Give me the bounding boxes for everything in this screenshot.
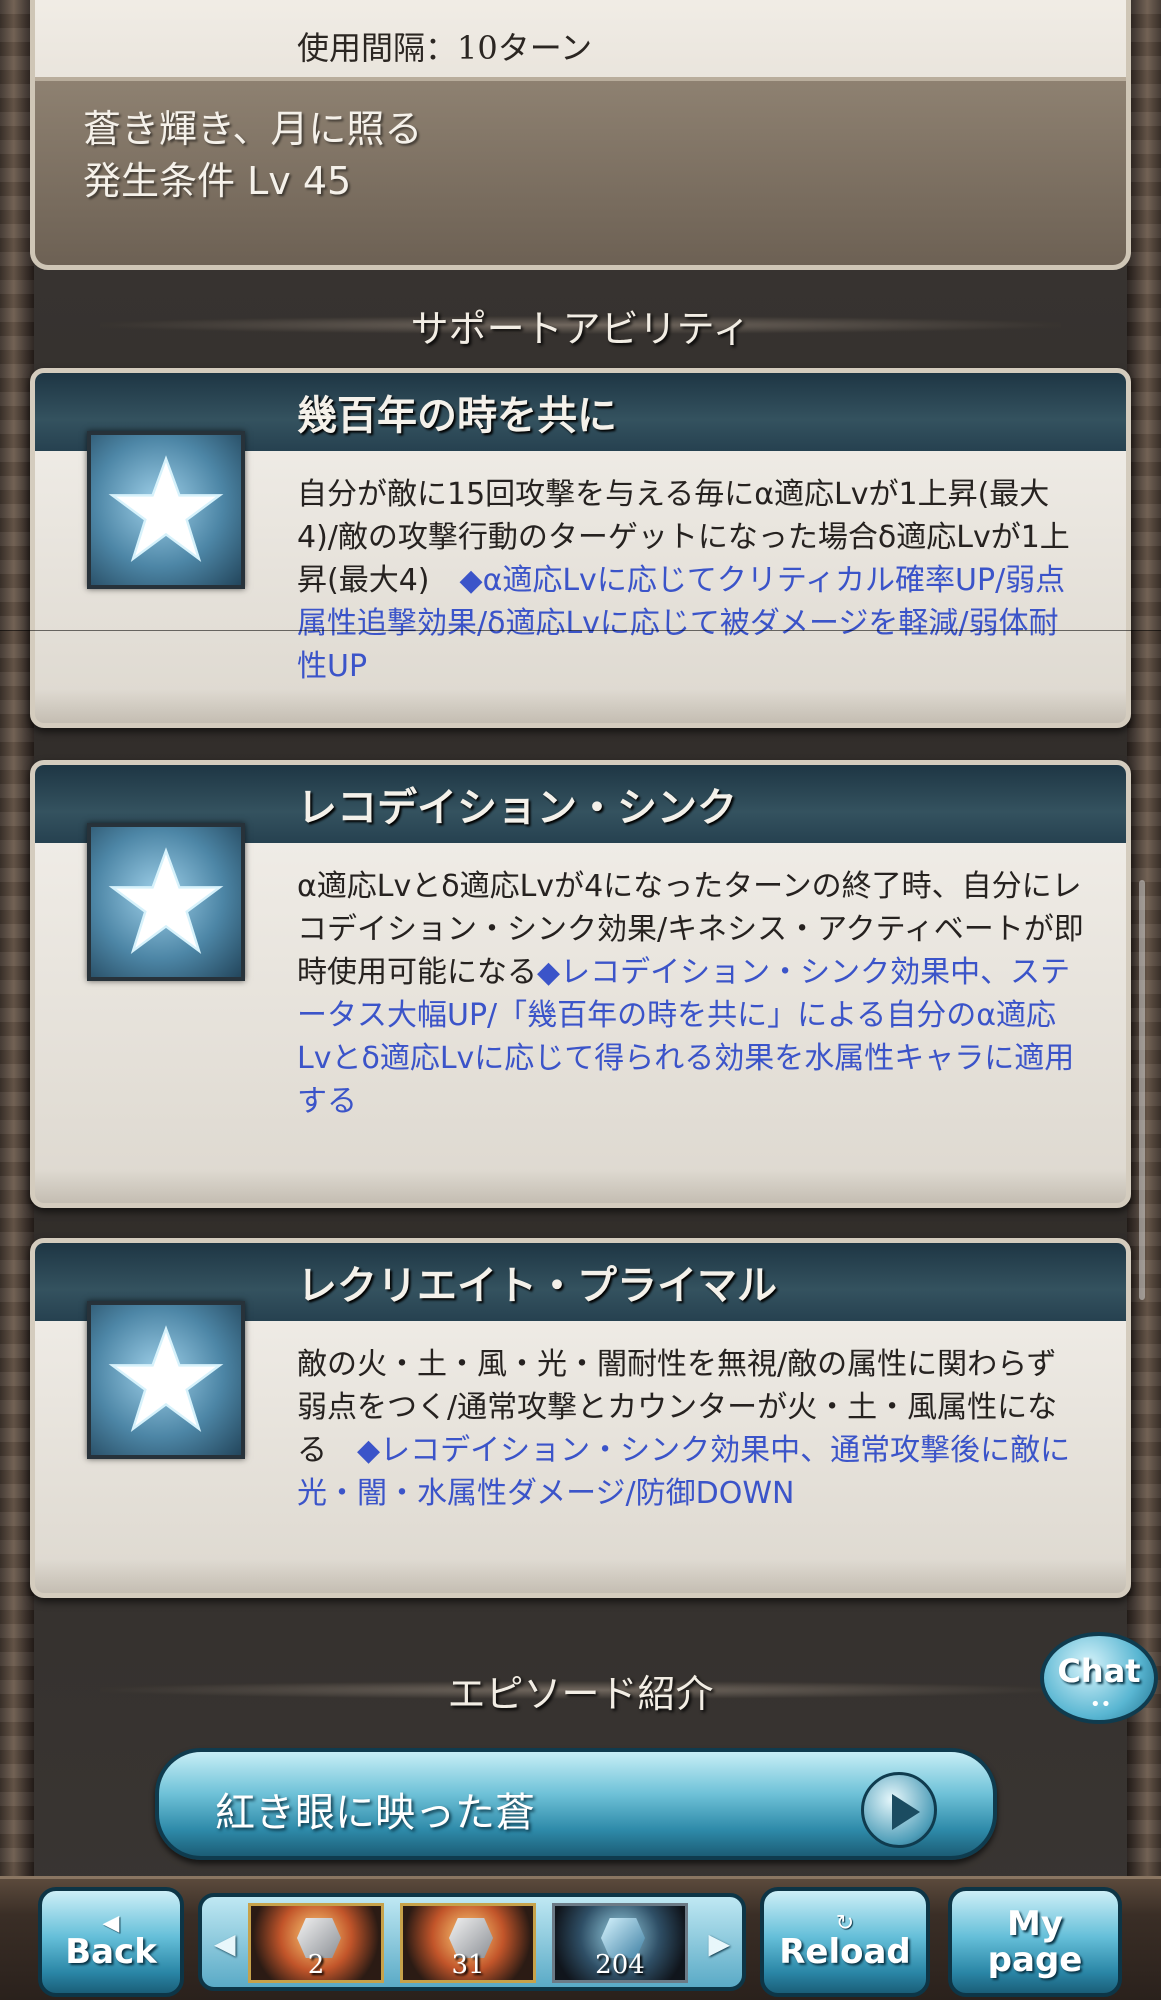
item-slot[interactable]: 31 <box>400 1903 536 1983</box>
episode-label: 紅き眼に映った蒼 <box>215 1790 535 1836</box>
condition-level: 発生条件 Lv 45 <box>83 159 352 203</box>
back-label: Back <box>65 1932 157 1972</box>
mypage-label-line1: My <box>1007 1904 1063 1944</box>
play-icon[interactable] <box>861 1772 937 1848</box>
section-title: サポートアビリティ <box>410 306 751 351</box>
ability-panel-top: 使用間隔：10ターン 蒼き輝き、月に照る 発生条件 Lv 45 <box>30 0 1131 270</box>
left-ornate-frame <box>0 0 34 2000</box>
episode-button[interactable]: 紅き眼に映った蒼 <box>155 1748 997 1860</box>
item-slot[interactable]: 204 <box>552 1903 688 1983</box>
reload-button[interactable]: ↻ Reload <box>760 1887 930 1997</box>
episode-header: エピソード紹介 <box>100 1655 1061 1725</box>
section-title: エピソード紹介 <box>447 1671 714 1716</box>
condition-name: 蒼き輝き、月に照る <box>83 107 423 151</box>
card-bottom-strip <box>35 1559 1126 1593</box>
ability-description: α適応Lvとδ適応Lvが4になったターンの終了時、自分にレコデイション・シンク効… <box>297 865 1086 1123</box>
support-ability-card[interactable]: レコデイション・シンク α適応Lvとδ適応Lvが4になったターンの終了時、自分に… <box>30 760 1131 1208</box>
chat-button[interactable]: Chat •• <box>1040 1632 1158 1724</box>
ability-desc-effect: ◆レコデイション・シンク効果中、通常攻撃後に敵に光・闇・水属性ダメージ/防御DO… <box>297 1433 1071 1511</box>
item-slot[interactable]: 2 <box>248 1903 384 1983</box>
footer-nav: ◀ Back ◀ 2 31 204 ▶ ↻ Reload My page <box>0 1876 1161 2000</box>
card-bottom-strip <box>35 1169 1126 1203</box>
item-tray: ◀ 2 31 204 ▶ <box>198 1893 746 1991</box>
ability-description: 自分が敵に15回攻撃を与える毎にα適応Lvが1上昇(最大4)/敵の攻撃行動のター… <box>297 473 1086 688</box>
support-ability-header: サポートアビリティ <box>100 290 1061 360</box>
support-ability-card[interactable]: レクリエイト・プライマル 敵の火・土・風・光・闇耐性を無視/敵の属性に関わらず弱… <box>30 1238 1131 1598</box>
star-icon <box>87 1301 245 1459</box>
ability-name: レコデイション・シンク <box>297 785 737 831</box>
ability-name: レクリエイト・プライマル <box>297 1263 777 1309</box>
scrollbar[interactable] <box>1139 880 1145 1300</box>
support-ability-card[interactable]: 幾百年の時を共に 自分が敵に15回攻撃を与える毎にα適応Lvが1上昇(最大4)/… <box>30 368 1131 728</box>
mypage-button[interactable]: My page <box>948 1887 1122 1997</box>
reload-icon: ↻ <box>835 1911 855 1936</box>
reload-label: Reload <box>779 1932 911 1972</box>
item-count: 204 <box>595 1950 645 1980</box>
ability-name: 幾百年の時を共に <box>297 393 617 439</box>
ability-description: 敵の火・土・風・光・闇耐性を無視/敵の属性に関わらず弱点をつく/通常攻撃とカウン… <box>297 1343 1086 1515</box>
chat-label: Chat <box>1057 1652 1141 1690</box>
card-bottom-strip <box>35 689 1126 723</box>
ability-interval: 使用間隔：10ターン <box>297 29 593 67</box>
chat-dots: •• <box>1090 1694 1112 1715</box>
tray-right-arrow-icon[interactable]: ▶ <box>708 1927 730 1960</box>
tray-left-arrow-icon[interactable]: ◀ <box>214 1927 236 1960</box>
ability-condition-block: 蒼き輝き、月に照る 発生条件 Lv 45 <box>35 77 1126 265</box>
mypage-label-line2: page <box>987 1940 1083 1980</box>
back-button[interactable]: ◀ Back <box>38 1887 184 1997</box>
item-count: 2 <box>307 1950 325 1980</box>
back-arrow-icon: ◀ <box>102 1911 120 1936</box>
star-icon <box>87 431 245 589</box>
divider-line <box>0 630 1161 631</box>
star-icon <box>87 823 245 981</box>
item-count: 31 <box>451 1950 485 1980</box>
